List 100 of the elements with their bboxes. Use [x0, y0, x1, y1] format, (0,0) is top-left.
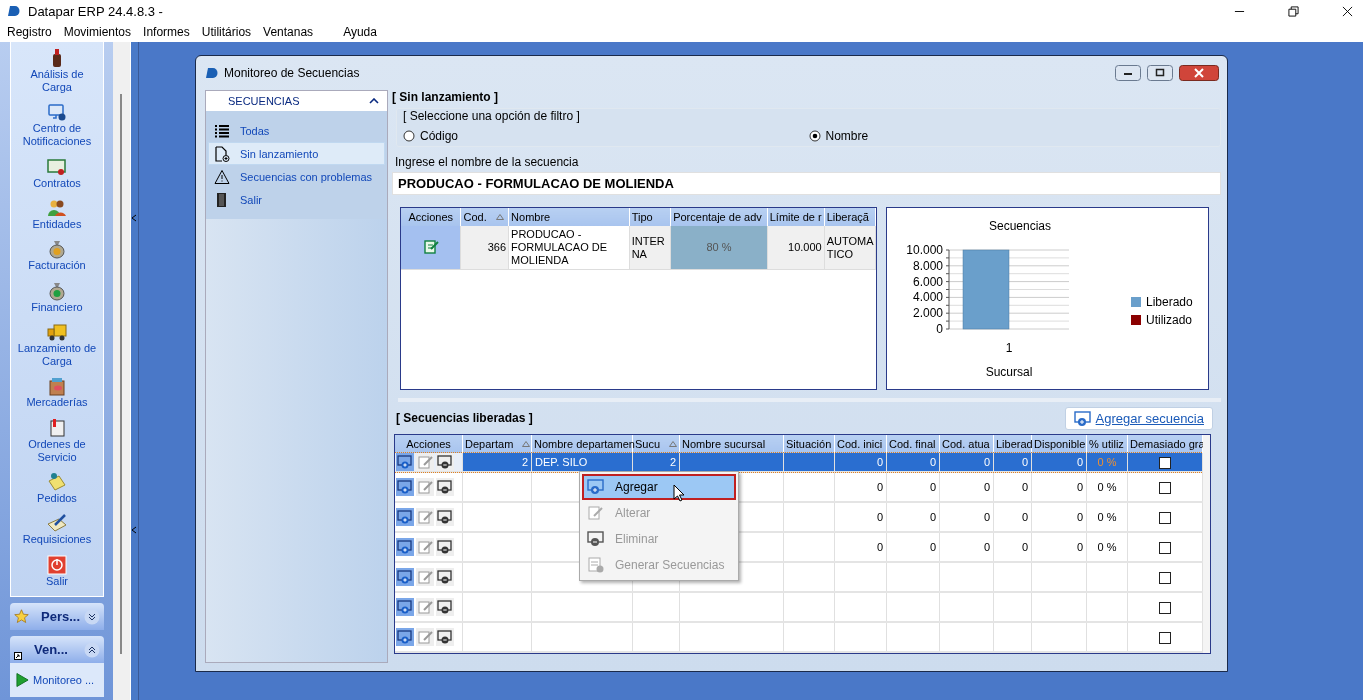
list-icon	[214, 122, 230, 139]
star-icon	[14, 609, 29, 624]
module-link[interactable]: Entidades	[28, 218, 86, 232]
menu-item[interactable]: Ventanas	[263, 25, 314, 39]
section-heading: [ Sin lanzamiento ]	[392, 90, 499, 106]
axis-label: 2.000	[912, 306, 943, 321]
add-icon[interactable]	[396, 478, 414, 496]
maximize-button[interactable]	[1147, 65, 1173, 81]
add-icon[interactable]	[396, 628, 414, 646]
module-link[interactable]: Pedidos	[33, 492, 81, 506]
close-button[interactable]	[1179, 65, 1219, 81]
table-row[interactable]: 2 DEP. SILO 2 0 0 0 0 0 0 %	[395, 453, 1203, 472]
add-icon[interactable]	[396, 568, 414, 586]
module-link[interactable]: Contratos	[29, 176, 85, 190]
app-logo	[206, 67, 218, 79]
collapse-icon[interactable]	[131, 526, 137, 534]
module-link[interactable]: Financiero	[27, 300, 87, 314]
menu-item[interactable]: Agregar	[582, 474, 736, 500]
legend-label: Liberado	[1146, 295, 1193, 309]
module-link[interactable]: Mercaderías	[22, 396, 92, 410]
remove-icon[interactable]	[436, 568, 454, 586]
module-link[interactable]: Centro de Notificaciones	[11, 122, 103, 149]
remove-icon[interactable]	[436, 628, 454, 646]
column-header[interactable]: Tipo	[629, 208, 671, 226]
edit-icon[interactable]	[422, 238, 439, 254]
table-cell: 0 %	[1097, 541, 1117, 553]
radio-option[interactable]: Nombre	[808, 129, 1214, 143]
column-header[interactable]: Cod.	[460, 208, 509, 226]
add-icon[interactable]	[396, 538, 414, 556]
column-header[interactable]: Situación	[783, 435, 835, 453]
checkbox[interactable]	[1159, 456, 1171, 469]
module-link[interactable]: Facturación	[24, 259, 90, 273]
scroll-bar[interactable]	[1203, 435, 1210, 653]
column-header[interactable]: Acciones	[395, 435, 463, 453]
module-link[interactable]: Lanzamiento de Carga	[11, 342, 103, 369]
checkbox[interactable]	[1159, 571, 1171, 584]
column-header[interactable]: Porcentaje de adv	[670, 208, 768, 226]
radio-option[interactable]: Código	[403, 129, 809, 143]
minimize-button[interactable]	[1115, 65, 1141, 81]
table-cell: 0	[1076, 511, 1083, 523]
menu-item[interactable]: Informes	[143, 25, 190, 39]
panel-link[interactable]: Salir	[208, 188, 385, 211]
chevron-icon	[369, 98, 379, 104]
play-icon	[16, 672, 29, 688]
panel-link[interactable]: Sin lanzamiento	[208, 142, 385, 165]
table-cell: 0	[1021, 511, 1028, 523]
panel-link[interactable]: Secuencias con problemas	[208, 165, 385, 188]
column-header[interactable]: % utiliz	[1086, 435, 1128, 453]
add-sequence-button[interactable]: Agregar secuencia	[1064, 407, 1213, 430]
remove-icon[interactable]	[436, 478, 454, 496]
module-link[interactable]: Salir	[42, 574, 72, 588]
column-header[interactable]: Liberaçã	[824, 208, 876, 226]
column-header[interactable]: Acciones	[401, 208, 461, 226]
remove-icon[interactable]	[436, 538, 454, 556]
collapse-icon[interactable]	[131, 214, 137, 222]
module-link[interactable]: Requisiciones	[18, 533, 96, 547]
column-header[interactable]: Disponible	[1031, 435, 1087, 453]
column-header[interactable]: Cod. inici	[834, 435, 887, 453]
window-title: Monitoreo de Secuencias	[224, 66, 360, 80]
group-header[interactable]: Ven...	[10, 636, 104, 663]
axis-title: Sucursal	[985, 365, 1033, 379]
checkbox[interactable]	[1159, 631, 1171, 644]
close-icon[interactable]	[1342, 5, 1353, 17]
column-header[interactable]: Departam	[462, 435, 532, 453]
note-icon	[47, 472, 67, 493]
column-header[interactable]: Límite de r	[767, 208, 825, 226]
column-header[interactable]: Nombre	[508, 208, 630, 226]
checkbox[interactable]	[1159, 511, 1171, 524]
remove-icon[interactable]	[436, 453, 454, 471]
column-header[interactable]: Cod. atua	[939, 435, 994, 453]
chart-title: Secuencias	[989, 219, 1051, 233]
name-field[interactable]: PRODUCAO - FORMULACAO DE MOLIENDA	[392, 172, 1221, 195]
add-icon[interactable]	[396, 508, 414, 526]
restore-icon[interactable]	[1288, 5, 1299, 17]
table-cell: 0	[876, 481, 883, 493]
remove-icon[interactable]	[436, 598, 454, 616]
checkbox[interactable]	[1159, 481, 1171, 494]
certificate-icon	[47, 156, 67, 177]
module-link[interactable]: Ordenes de Servicio	[11, 437, 103, 464]
add-icon[interactable]	[396, 598, 414, 616]
panel-header[interactable]: SECUENCIAS	[206, 91, 387, 111]
column-header[interactable]: Liberad	[993, 435, 1032, 453]
module-link[interactable]: Análisis de Carga	[11, 68, 103, 95]
add-icon[interactable]	[396, 453, 414, 471]
group-item[interactable]: Monitoreo ...	[10, 663, 104, 697]
menu-item[interactable]: Utilitários	[201, 25, 252, 39]
checkbox[interactable]	[1159, 601, 1171, 614]
table-cell: 0 %	[1097, 481, 1117, 493]
column-header[interactable]: Nombre sucursal	[679, 435, 784, 453]
menu-item[interactable]: Ayuda	[343, 25, 377, 39]
panel-link[interactable]: Todas	[208, 119, 385, 142]
table-cell: 0	[1021, 481, 1028, 493]
remove-icon[interactable]	[436, 508, 454, 526]
checkbox[interactable]	[1159, 541, 1171, 554]
menu-item[interactable]: Registro	[7, 25, 52, 39]
column-header[interactable]: Cod. final	[886, 435, 940, 453]
table-cell: 0	[1076, 481, 1083, 493]
menu-item[interactable]: Movimientos	[63, 25, 132, 39]
group-header[interactable]: Pers...	[10, 603, 104, 630]
add-icon	[587, 479, 605, 495]
